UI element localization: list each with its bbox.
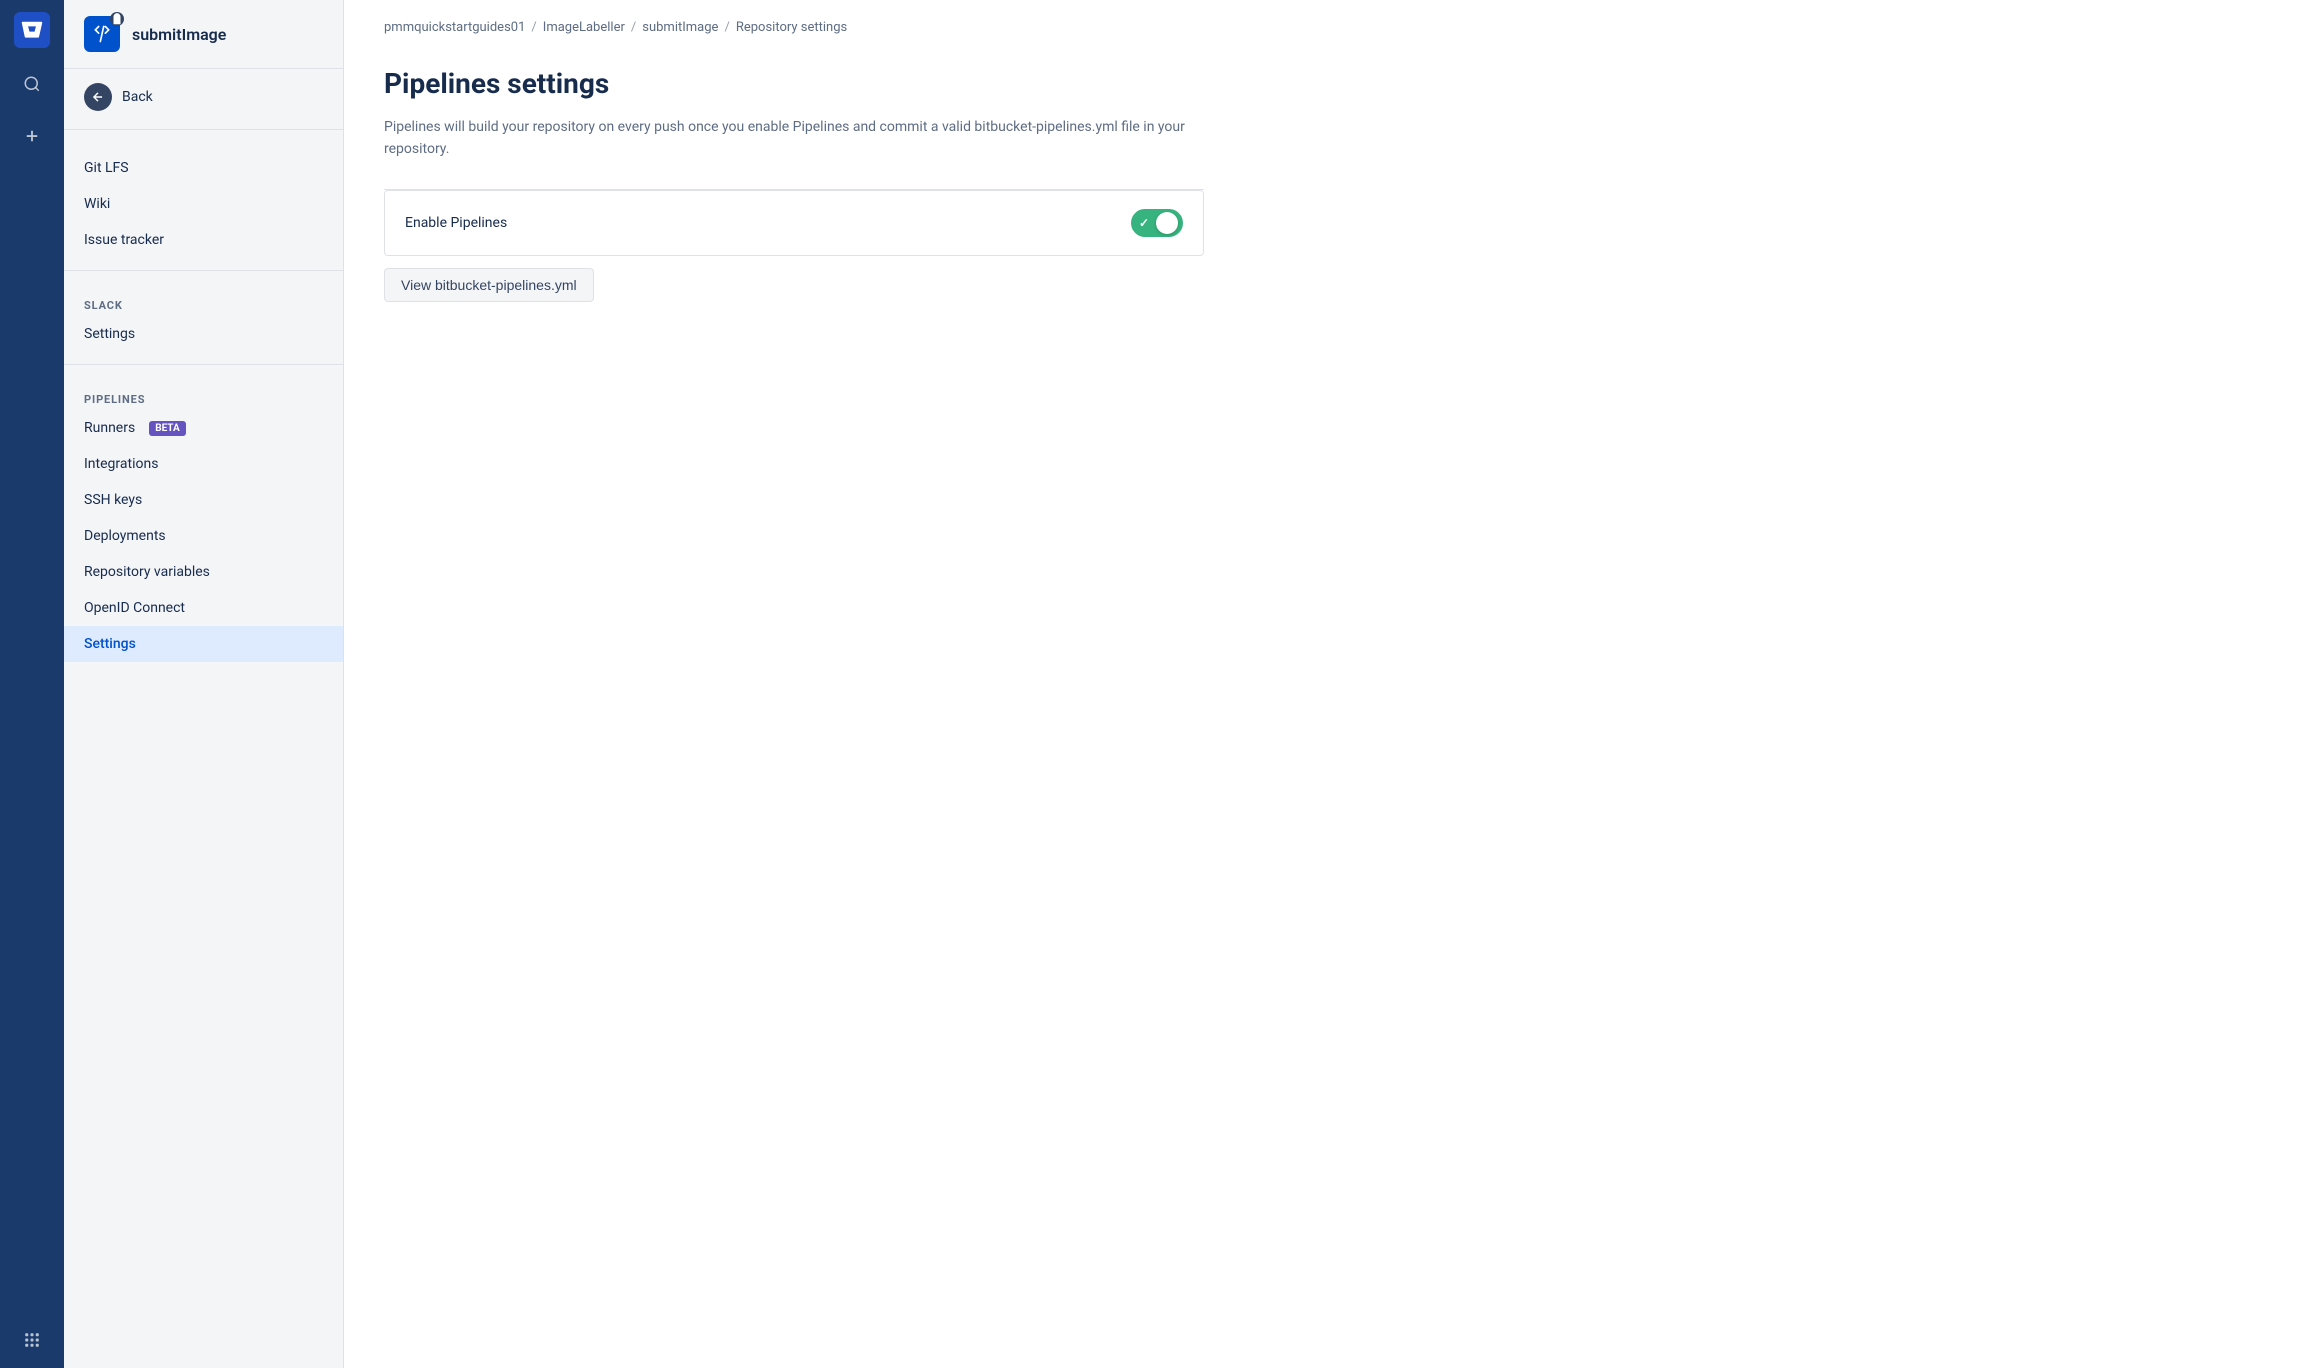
sidebar-item-openid-connect[interactable]: OpenID Connect: [64, 590, 343, 626]
breadcrumb-sep-1: /: [531, 20, 536, 35]
back-arrow-icon: [84, 83, 112, 111]
sidebar-item-runners[interactable]: Runners BETA: [64, 410, 343, 446]
enable-pipelines-toggle[interactable]: ✓: [1131, 209, 1183, 237]
sidebar-item-repo-variables-label: Repository variables: [84, 564, 210, 580]
repo-name: submitImage: [132, 25, 226, 44]
sidebar-item-issue-tracker-label: Issue tracker: [84, 232, 164, 248]
bitbucket-logo-icon[interactable]: [14, 12, 50, 48]
enable-pipelines-row: Enable Pipelines ✓: [384, 190, 1204, 256]
sidebar-item-git-lfs-label: Git LFS: [84, 160, 129, 176]
sidebar-section-slack: SLACK Settings: [64, 275, 343, 360]
slack-section-label: SLACK: [64, 291, 343, 316]
breadcrumb-current: Repository settings: [736, 20, 847, 35]
sidebar-item-runners-label: Runners: [84, 420, 135, 436]
enable-pipelines-label: Enable Pipelines: [405, 215, 507, 231]
repo-icon: [84, 16, 120, 52]
icon-bar: [0, 0, 64, 1368]
back-label: Back: [122, 89, 153, 105]
sidebar-item-issue-tracker[interactable]: Issue tracker: [64, 222, 343, 258]
create-icon[interactable]: [16, 120, 48, 152]
sidebar-item-wiki-label: Wiki: [84, 196, 110, 212]
toggle-knob: [1156, 212, 1178, 234]
toggle-checkmark-icon: ✓: [1139, 216, 1149, 230]
sidebar-item-openid-connect-label: OpenID Connect: [84, 600, 185, 616]
divider-top: [64, 129, 343, 130]
sidebar-section-top: Git LFS Wiki Issue tracker: [64, 134, 343, 266]
sidebar-item-pipelines-settings[interactable]: Settings: [64, 626, 343, 662]
sidebar-item-deployments[interactable]: Deployments: [64, 518, 343, 554]
beta-badge: BETA: [149, 421, 186, 436]
page-description: Pipelines will build your repository on …: [384, 116, 1204, 161]
apps-grid-icon[interactable]: [16, 1324, 48, 1356]
pipelines-section-label: PIPELINES: [64, 385, 343, 410]
sidebar-item-integrations-label: Integrations: [84, 456, 158, 472]
search-icon[interactable]: [16, 68, 48, 100]
sidebar-header: submitImage: [64, 0, 343, 69]
sidebar-item-git-lfs[interactable]: Git LFS: [64, 150, 343, 186]
page-title: Pipelines settings: [384, 67, 1204, 100]
main-content: pmmquickstartguides01 / ImageLabeller / …: [344, 0, 2302, 1368]
breadcrumb-repo[interactable]: submitImage: [642, 20, 718, 35]
breadcrumb-repo-parent[interactable]: ImageLabeller: [543, 20, 625, 35]
breadcrumb-sep-3: /: [724, 20, 729, 35]
divider-slack: [64, 270, 343, 271]
sidebar-item-integrations[interactable]: Integrations: [64, 446, 343, 482]
sidebar: submitImage Back Git LFS Wiki Issue trac…: [64, 0, 344, 1368]
sidebar-item-ssh-keys[interactable]: SSH keys: [64, 482, 343, 518]
breadcrumb: pmmquickstartguides01 / ImageLabeller / …: [344, 0, 2302, 35]
sidebar-item-wiki[interactable]: Wiki: [64, 186, 343, 222]
back-button[interactable]: Back: [64, 69, 343, 125]
sidebar-item-pipelines-settings-label: Settings: [84, 636, 136, 652]
view-pipelines-yml-button[interactable]: View bitbucket-pipelines.yml: [384, 268, 594, 302]
breadcrumb-org[interactable]: pmmquickstartguides01: [384, 20, 525, 35]
sidebar-item-slack-settings[interactable]: Settings: [64, 316, 343, 352]
breadcrumb-sep-2: /: [631, 20, 636, 35]
sidebar-item-ssh-keys-label: SSH keys: [84, 492, 142, 508]
sidebar-item-slack-settings-label: Settings: [84, 326, 135, 342]
divider-pipelines: [64, 364, 343, 365]
sidebar-item-repo-variables[interactable]: Repository variables: [64, 554, 343, 590]
sidebar-item-deployments-label: Deployments: [84, 528, 166, 544]
sidebar-section-pipelines: PIPELINES Runners BETA Integrations SSH …: [64, 369, 343, 670]
lock-icon: [110, 12, 124, 26]
content-area: Pipelines settings Pipelines will build …: [344, 35, 1244, 334]
